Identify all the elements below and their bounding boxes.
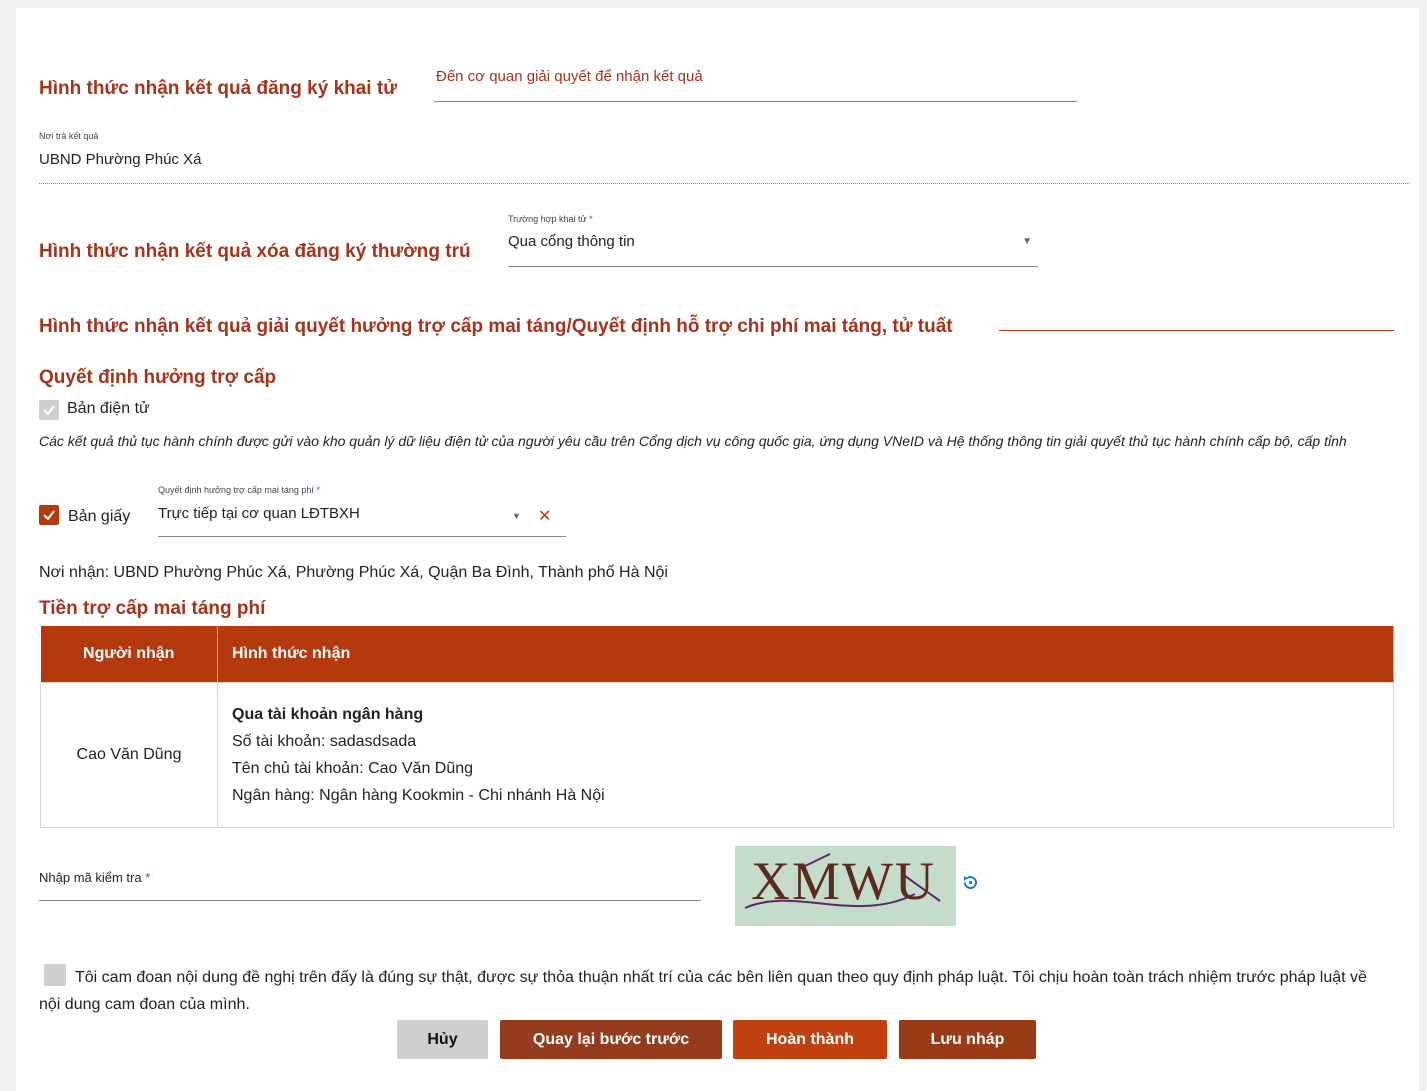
decision-subtitle: Quyết định hưởng trợ cấp xyxy=(39,367,277,388)
dotted-divider xyxy=(39,183,1410,184)
electronic-copy-checkbox[interactable] xyxy=(39,400,59,420)
electronic-copy-note: Các kết quả thủ tục hành chính được gửi … xyxy=(39,433,1347,449)
bank-name: Ngân hàng: Ngân hàng Kookmin - Chi nhánh… xyxy=(232,787,605,804)
account-number: Số tài khoản: sadasdsada xyxy=(232,733,417,750)
case-type-value: Qua cổng thông tin xyxy=(508,233,635,250)
funeral-money-table: Người nhận Hình thức nhận Cao Văn Dũng Q… xyxy=(40,626,1394,828)
paper-copy-checkbox[interactable] xyxy=(39,505,59,525)
case-type-label: Trường hợp khai tử * xyxy=(508,214,593,224)
heading-rule xyxy=(999,330,1394,331)
clear-icon[interactable]: ✕ xyxy=(538,506,551,526)
death-result-field[interactable]: Đến cơ quan giải quyết để nhận kết quả xyxy=(434,66,1077,102)
paper-method-label: Quyết định hưởng trợ cấp mai táng phí * xyxy=(158,485,320,495)
save-draft-button[interactable]: Lưu nháp xyxy=(899,1020,1036,1059)
commitment-text: Tôi cam đoan nội dung đề nghị trên đấy l… xyxy=(39,969,1367,1013)
paper-method-value: Trực tiếp tại cơ quan LĐTBXH xyxy=(158,505,360,522)
case-type-select[interactable]: Qua cổng thông tin ▼ xyxy=(508,230,1038,267)
residence-result-heading: Hình thức nhận kết quả xóa đăng ký thườn… xyxy=(39,241,471,262)
table-row: Cao Văn Dũng Qua tài khoản ngân hàng Số … xyxy=(40,682,1394,828)
check-icon xyxy=(43,405,55,416)
account-holder: Tên chủ tài khoản: Cao Văn Dũng xyxy=(232,760,474,777)
paper-copy-label: Bản giấy xyxy=(68,508,131,525)
method-cell: Qua tài khoản ngân hàng Số tài khoản: sa… xyxy=(217,682,1394,828)
column-header-method: Hình thức nhận xyxy=(217,626,1394,683)
recipient-cell: Cao Văn Dũng xyxy=(40,682,218,828)
death-result-value: Đến cơ quan giải quyết để nhận kết quả xyxy=(436,68,703,85)
death-result-heading: Hình thức nhận kết quả đăng ký khai tử xyxy=(39,78,397,99)
electronic-copy-label: Bản điện tử xyxy=(67,400,150,417)
captcha-input[interactable] xyxy=(39,870,701,901)
method-title: Qua tài khoản ngân hàng xyxy=(232,706,424,723)
captcha-text: XMWU xyxy=(751,851,936,911)
check-icon xyxy=(43,510,55,521)
refresh-icon-svg xyxy=(963,876,977,890)
funeral-money-title: Tiền trợ cấp mai táng phí xyxy=(39,598,266,619)
cancel-button[interactable]: Hủy xyxy=(397,1020,488,1059)
column-header-recipient: Người nhận xyxy=(40,626,218,683)
return-place-value: UBND Phường Phúc Xá xyxy=(39,151,202,168)
back-button[interactable]: Quay lại bước trước xyxy=(500,1020,722,1059)
table-header-row: Người nhận Hình thức nhận xyxy=(40,626,1394,683)
refresh-icon[interactable] xyxy=(962,874,979,891)
paper-method-select[interactable]: Trực tiếp tại cơ quan LĐTBXH ▼ ✕ xyxy=(158,502,566,537)
chevron-down-icon[interactable]: ▼ xyxy=(512,511,521,521)
finish-button[interactable]: Hoàn thành xyxy=(733,1020,887,1059)
allowance-result-heading: Hình thức nhận kết quả giải quyết hưởng … xyxy=(39,316,953,337)
return-place-label: Nơi trả kết quả xyxy=(39,131,99,141)
chevron-down-icon: ▼ xyxy=(1022,236,1032,247)
captcha-image: XMWU xyxy=(735,846,956,926)
receive-place: Nơi nhận: UBND Phường Phúc Xá, Phường Ph… xyxy=(39,564,668,581)
form-card: Hình thức nhận kết quả đăng ký khai tử Đ… xyxy=(16,8,1419,1091)
